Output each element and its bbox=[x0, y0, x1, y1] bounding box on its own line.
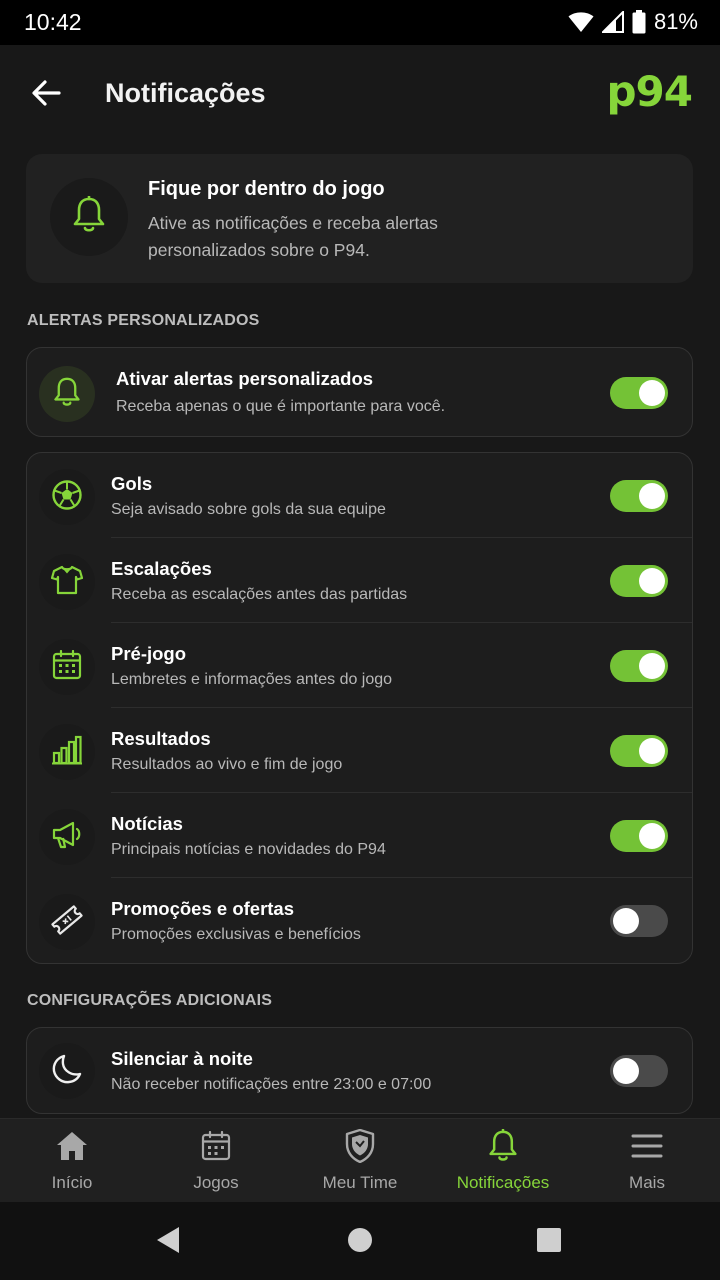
menu-icon bbox=[631, 1133, 663, 1164]
row-icon-wrap bbox=[39, 469, 95, 525]
bottom-nav: Início Jogos Meu Time Notificações Mais bbox=[0, 1118, 720, 1202]
triangle-back-icon bbox=[155, 1225, 181, 1260]
page-title: Notificações bbox=[105, 78, 266, 108]
nav-item-meu-time[interactable]: Meu Time bbox=[288, 1119, 432, 1203]
section-label-alerts: ALERTAS PERSONALIZADOS bbox=[27, 312, 260, 329]
alert-row-promocoes[interactable]: Promoções e ofertas Promoções exclusivas… bbox=[27, 878, 692, 963]
shield-icon bbox=[345, 1128, 375, 1168]
alert-title: Promoções e ofertas bbox=[111, 898, 295, 919]
master-alert-subtitle: Receba apenas o que é importante para vo… bbox=[116, 398, 446, 415]
toggle-knob bbox=[639, 738, 665, 764]
alerts-list-card: Gols Seja avisado sobre gols da sua equi… bbox=[26, 452, 693, 964]
system-nav-bar bbox=[0, 1202, 720, 1280]
row-icon-wrap bbox=[39, 639, 95, 695]
system-back-button[interactable] bbox=[152, 1226, 184, 1258]
calendar-icon bbox=[52, 649, 82, 685]
battery-percent: 81% bbox=[653, 9, 698, 34]
alert-subtitle: Seja avisado sobre gols da sua equipe bbox=[111, 501, 386, 518]
alert-toggle-prejogo[interactable] bbox=[610, 650, 668, 682]
brand-logo: p94 bbox=[606, 67, 693, 116]
alert-toggle-resultados[interactable] bbox=[610, 735, 668, 767]
alert-subtitle: Principais notícias e novidades do P94 bbox=[111, 841, 386, 858]
nav-label: Notificações bbox=[456, 1173, 550, 1192]
row-icon-wrap bbox=[39, 894, 95, 950]
back-button[interactable] bbox=[26, 75, 66, 115]
megaphone-icon bbox=[51, 820, 83, 855]
ticket-icon bbox=[50, 903, 84, 942]
arrow-left-icon bbox=[31, 79, 61, 111]
bar-chart-icon bbox=[52, 735, 82, 770]
nav-label: Jogos bbox=[193, 1173, 239, 1192]
toggle-knob bbox=[639, 653, 665, 679]
alert-toggle-promocoes[interactable] bbox=[610, 905, 668, 937]
night-silence-title: Silenciar à noite bbox=[111, 1048, 253, 1069]
toggle-knob bbox=[639, 823, 665, 849]
row-icon-wrap bbox=[39, 554, 95, 610]
alert-row-prejogo[interactable]: Pré-jogo Lembretes e informações antes d… bbox=[27, 623, 692, 708]
alert-title: Notícias bbox=[111, 813, 183, 834]
moon-icon bbox=[51, 1053, 83, 1090]
nav-item-jogos[interactable]: Jogos bbox=[144, 1119, 288, 1203]
bell-icon bbox=[72, 194, 106, 239]
wifi-icon bbox=[568, 11, 594, 33]
alert-subtitle: Promoções exclusivas e benefícios bbox=[111, 926, 361, 943]
alert-title: Gols bbox=[111, 473, 153, 494]
signal-icon bbox=[601, 11, 624, 33]
night-silence-subtitle: Não receber notificações entre 23:00 e 0… bbox=[111, 1076, 432, 1093]
bell-icon bbox=[53, 376, 81, 413]
alert-title: Escalações bbox=[111, 558, 212, 579]
master-alert-title: Ativar alertas personalizados bbox=[116, 368, 374, 389]
alert-toggle-escalacoes[interactable] bbox=[610, 565, 668, 597]
alert-subtitle: Receba as escalações antes das partidas bbox=[111, 586, 408, 603]
master-alert-toggle[interactable] bbox=[610, 377, 668, 409]
battery-icon bbox=[632, 10, 646, 34]
intro-title: Fique por dentro do jogo bbox=[148, 178, 385, 200]
intro-text: Ative as notificações e receba alertas p… bbox=[148, 213, 438, 260]
nav-item-mais[interactable]: Mais bbox=[575, 1119, 719, 1203]
status-icons: 81% bbox=[568, 9, 698, 35]
bell-icon bbox=[488, 1127, 518, 1168]
alert-title: Pré-jogo bbox=[111, 643, 187, 664]
nav-label: Mais bbox=[629, 1173, 665, 1192]
status-time: 10:42 bbox=[24, 9, 82, 35]
jersey-icon bbox=[50, 565, 84, 600]
system-recents-button[interactable] bbox=[533, 1226, 565, 1258]
row-icon-wrap bbox=[39, 1043, 95, 1099]
toggle-knob bbox=[613, 908, 639, 934]
nav-item-inicio[interactable]: Início bbox=[0, 1119, 144, 1203]
circle-home-icon bbox=[347, 1227, 373, 1258]
intro-card: Fique por dentro do jogo Ative as notifi… bbox=[26, 154, 693, 283]
nav-label: Início bbox=[51, 1173, 93, 1192]
alert-row-escalacoes[interactable]: Escalações Receba as escalações antes da… bbox=[27, 538, 692, 623]
alert-row-resultados[interactable]: Resultados Resultados ao vivo e fim de j… bbox=[27, 708, 692, 793]
row-icon-wrap bbox=[39, 809, 95, 865]
intro-icon-wrap bbox=[50, 178, 128, 256]
alert-subtitle: Lembretes e informações antes do jogo bbox=[111, 671, 393, 688]
app-header: Notificações p94 bbox=[0, 45, 720, 145]
master-icon-wrap bbox=[39, 366, 95, 422]
home-icon bbox=[56, 1131, 88, 1166]
system-home-button[interactable] bbox=[344, 1226, 376, 1258]
calendar-icon bbox=[201, 1130, 231, 1166]
toggle-knob bbox=[613, 1058, 639, 1084]
section-label-extra: CONFIGURAÇÕES ADICIONAIS bbox=[27, 992, 273, 1009]
toggle-knob bbox=[639, 380, 665, 406]
master-alert-card[interactable]: Ativar alertas personalizados Receba ape… bbox=[26, 347, 693, 437]
soccer-ball-icon bbox=[51, 479, 83, 516]
alert-toggle-gols[interactable] bbox=[610, 480, 668, 512]
nav-label: Meu Time bbox=[322, 1173, 398, 1192]
square-recents-icon bbox=[536, 1227, 562, 1258]
alert-row-noticias[interactable]: Notícias Principais notícias e novidades… bbox=[27, 793, 692, 878]
night-silence-card[interactable]: Silenciar à noite Não receber notificaçõ… bbox=[26, 1027, 693, 1114]
nav-item-notificacoes[interactable]: Notificações bbox=[431, 1119, 575, 1203]
alert-subtitle: Resultados ao vivo e fim de jogo bbox=[111, 756, 343, 773]
row-icon-wrap bbox=[39, 724, 95, 780]
status-bar: 10:42 81% bbox=[0, 0, 720, 45]
toggle-knob bbox=[639, 483, 665, 509]
alert-title: Resultados bbox=[111, 728, 211, 749]
alert-row-gols[interactable]: Gols Seja avisado sobre gols da sua equi… bbox=[27, 453, 692, 538]
toggle-knob bbox=[639, 568, 665, 594]
night-silence-toggle[interactable] bbox=[610, 1055, 668, 1087]
alert-toggle-noticias[interactable] bbox=[610, 820, 668, 852]
